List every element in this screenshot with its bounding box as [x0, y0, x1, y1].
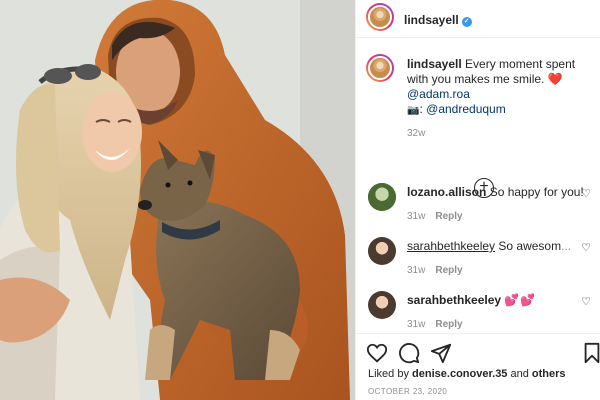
comment-time[interactable]: 31w: [407, 319, 425, 330]
verified-badge-icon: ✓: [461, 17, 472, 27]
commenter-avatar-sarahbethkeeley[interactable]: [368, 237, 396, 265]
comment-username[interactable]: lozano.allison: [407, 185, 486, 199]
share-icon[interactable]: [430, 342, 452, 364]
liked-by-others[interactable]: others: [532, 368, 566, 380]
liked-by-prefix: Liked by: [368, 368, 409, 380]
comment-like-heart-icon[interactable]: ♡: [581, 295, 591, 310]
comment-time[interactable]: 31w: [407, 265, 425, 276]
liked-by-user[interactable]: denise.conover.35: [412, 368, 507, 380]
author-avatar[interactable]: [366, 3, 394, 31]
commenter-avatar-lozano[interactable]: [368, 183, 396, 211]
caption-username[interactable]: lindsayell: [407, 57, 462, 71]
comment-username[interactable]: sarahbethkeeley: [407, 293, 501, 307]
comment-username[interactable]: sarahbethkeeley: [407, 239, 495, 253]
two-hearts-emoji: 💕💕: [504, 293, 537, 307]
author-username[interactable]: lindsayell: [404, 13, 459, 27]
post-side-panel: lindsayell ✓ lindsayell Every moment spen…: [355, 0, 600, 400]
action-bar: [356, 333, 600, 367]
reply-button[interactable]: Reply: [435, 265, 462, 276]
comment-text: So happy for you!: [489, 185, 584, 199]
comment-like-heart-icon[interactable]: ♡: [581, 187, 591, 202]
caption-avatar[interactable]: [366, 54, 394, 82]
comment-time[interactable]: 31w: [407, 211, 425, 222]
caption-timestamp[interactable]: 32w: [407, 126, 425, 141]
mention-andreduqum[interactable]: @andreduqum: [426, 102, 506, 116]
comments-area: lindsayell Every moment spent with you m…: [356, 38, 600, 248]
couple-with-dog-image: [0, 0, 355, 400]
caption-text-block: lindsayell Every moment spent with you m…: [407, 57, 587, 118]
comment-text-block: sarahbethkeeley 💕💕: [407, 293, 587, 308]
comment-meta: 31w Reply: [407, 263, 463, 278]
comment-meta: 31w Reply: [407, 317, 463, 332]
red-heart-emoji: ❤️: [547, 72, 563, 86]
comment-text-block: lozano.allison So happy for you!: [407, 185, 587, 200]
author-name-row: lindsayell ✓: [404, 11, 472, 29]
mention-adam-roa[interactable]: @adam.roa: [407, 87, 470, 101]
post-date[interactable]: OCTOBER 23, 2020: [368, 387, 447, 396]
camera-emoji: 📷: [407, 105, 420, 116]
liked-by-and: and: [510, 368, 529, 380]
comment-icon[interactable]: [398, 342, 420, 364]
post-photo[interactable]: [0, 0, 355, 400]
comment-meta: 31w Reply: [407, 209, 463, 224]
caption-colon: :: [419, 102, 423, 116]
commenter-avatar-sarahbethkeeley[interactable]: [368, 291, 396, 319]
heart-icon[interactable]: [366, 342, 388, 364]
comment-like-heart-icon[interactable]: ♡: [581, 241, 591, 256]
comment-text: So awesom: [498, 239, 562, 253]
comment-truncation: ...: [561, 239, 572, 253]
post-header: lindsayell ✓: [356, 0, 600, 38]
liked-by-line: Liked by denise.conover.35 and others: [368, 368, 566, 380]
reply-button[interactable]: Reply: [435, 211, 462, 222]
bookmark-icon[interactable]: [581, 342, 600, 364]
comment-text-block: sarahbethkeeley So awesom...: [407, 239, 587, 254]
reply-button[interactable]: Reply: [435, 319, 462, 330]
